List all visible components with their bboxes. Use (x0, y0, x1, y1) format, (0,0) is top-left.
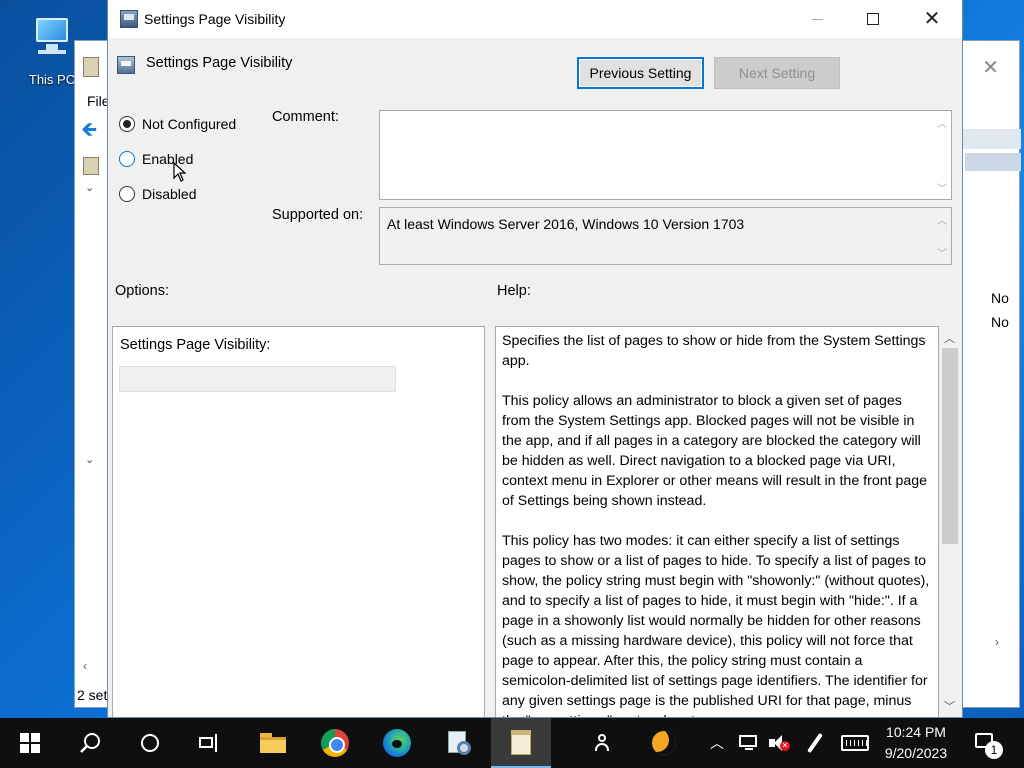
network-button[interactable] (736, 718, 762, 768)
scroll-down-icon[interactable]: ﹀ (937, 180, 947, 195)
search-button[interactable] (60, 718, 120, 768)
touch-keyboard-button[interactable] (838, 718, 872, 768)
taskbar: ︿ ✕ 10:24 PM 9/20/2023 1 (0, 718, 1024, 768)
options-field-label: Settings Page Visibility: (120, 337, 271, 353)
scroll-right-arrow-icon[interactable]: › (995, 635, 999, 649)
close-icon[interactable]: ✕ (982, 55, 999, 80)
moon-icon (652, 731, 676, 755)
pen-icon (807, 732, 823, 754)
edge-icon (383, 729, 411, 757)
windows-logo-icon (20, 733, 40, 753)
task-view-button[interactable] (180, 718, 240, 768)
chrome-button[interactable] (305, 718, 365, 768)
chevron-up-icon: ︿ (710, 735, 724, 751)
list-selected-row[interactable] (965, 153, 1021, 171)
notification-icon: 1 (975, 733, 1003, 759)
scroll-down-icon[interactable]: ﹀ (937, 245, 947, 260)
supported-scrollbar[interactable]: ︿ ﹀ (933, 208, 951, 264)
notification-count-badge: 1 (985, 741, 1003, 759)
group-policy-editor-button[interactable] (429, 718, 489, 768)
people-button[interactable] (590, 718, 620, 768)
start-button[interactable] (0, 718, 60, 768)
radio-button-checked[interactable] (119, 116, 135, 132)
clock-date: 9/20/2023 (884, 745, 948, 761)
policy-dialog-taskbar-button[interactable] (491, 718, 551, 768)
chevron-down-icon[interactable]: ⌄ (85, 453, 94, 466)
window-title: Settings Page Visibility (144, 11, 286, 27)
help-label: Help: (497, 283, 531, 299)
close-icon: ✕ (923, 8, 941, 30)
scroll-up-icon[interactable]: ︿ (937, 212, 947, 227)
volume-button[interactable]: ✕ (766, 718, 792, 768)
supported-on-value: At least Windows Server 2016, Windows 10… (387, 216, 745, 232)
help-text: Specifies the list of pages to show or h… (502, 331, 932, 717)
network-icon (739, 735, 759, 751)
supported-on-label: Supported on: (272, 207, 364, 223)
close-button[interactable]: ✕ (909, 0, 955, 38)
comment-textarea[interactable]: ︿ ﹀ (379, 110, 952, 200)
group-policy-icon (445, 729, 473, 757)
scroll-up-icon[interactable]: ︿ (944, 330, 955, 346)
previous-setting-button[interactable]: Previous Setting (577, 57, 704, 89)
maximize-icon (867, 13, 879, 25)
clock-time: 10:24 PM (886, 724, 946, 740)
help-panel: Specifies the list of pages to show or h… (495, 326, 939, 717)
action-center-button[interactable]: 1 (966, 718, 1006, 768)
minimize-button[interactable] (794, 0, 840, 38)
radio-button[interactable] (119, 151, 135, 167)
options-label: Options: (115, 283, 169, 299)
chevron-down-icon[interactable]: ⌄ (85, 181, 94, 194)
options-panel: Settings Page Visibility: (112, 326, 485, 717)
help-paragraph: This policy allows an administrator to b… (502, 393, 928, 509)
maximize-button[interactable] (850, 0, 896, 38)
computer-icon (30, 14, 74, 58)
radio-label: Not Configured (142, 116, 237, 132)
volume-muted-icon: ✕ (769, 735, 790, 751)
search-icon (80, 733, 100, 753)
file-explorer-button[interactable] (243, 718, 303, 768)
list-header-strip (963, 129, 1021, 149)
radio-not-configured[interactable]: Not Configured (119, 114, 236, 134)
chrome-icon (321, 729, 349, 757)
scroll-down-icon[interactable]: ﹀ (944, 698, 955, 714)
list-item-state[interactable]: No (991, 314, 1009, 330)
next-setting-button[interactable]: Next Setting (714, 57, 840, 89)
clock[interactable]: 10:24 PM 9/20/2023 (878, 722, 954, 764)
people-icon (595, 734, 615, 752)
policy-document-icon (509, 730, 533, 756)
help-scrollbar[interactable]: ︿ ﹀ (939, 326, 961, 717)
policy-document-icon (83, 57, 99, 77)
back-arrow-icon[interactable]: 🡸 (81, 120, 103, 140)
minimize-icon (811, 18, 823, 20)
radio-disabled[interactable]: Disabled (119, 184, 196, 204)
cortana-button[interactable] (120, 718, 180, 768)
policy-setting-dialog: Settings Page Visibility ✕ Settings Page… (107, 0, 963, 718)
show-hidden-icons-button[interactable]: ︿ (706, 718, 728, 768)
keyboard-icon (841, 735, 869, 751)
radio-label: Disabled (142, 186, 197, 202)
help-paragraph: This policy has two modes: it can either… (502, 533, 930, 717)
pen-workspace-button[interactable] (800, 718, 830, 768)
setting-title: Settings Page Visibility (146, 55, 293, 71)
list-item-state[interactable]: No (991, 290, 1009, 306)
supported-on-field: At least Windows Server 2016, Windows 10… (379, 207, 952, 265)
status-bar-text: 2 set (77, 687, 108, 703)
title-bar[interactable]: Settings Page Visibility ✕ (108, 0, 962, 38)
folder-icon (260, 733, 286, 753)
task-view-icon (199, 734, 221, 752)
cortana-icon (141, 734, 159, 752)
comment-label: Comment: (272, 109, 339, 125)
setting-icon (117, 56, 135, 74)
scrollbar-thumb[interactable] (942, 348, 958, 544)
settings-page-visibility-input[interactable] (119, 366, 396, 392)
policy-app-icon (120, 10, 138, 28)
edge-button[interactable] (367, 718, 427, 768)
scroll-left-arrow-icon[interactable]: ‹ (83, 659, 87, 673)
radio-button[interactable] (119, 186, 135, 202)
help-paragraph: Specifies the list of pages to show or h… (502, 333, 926, 369)
scroll-up-icon[interactable]: ︿ (937, 115, 947, 130)
night-light-button[interactable] (646, 718, 682, 768)
comment-scrollbar[interactable]: ︿ ﹀ (933, 111, 951, 199)
policy-document-icon (83, 157, 99, 175)
